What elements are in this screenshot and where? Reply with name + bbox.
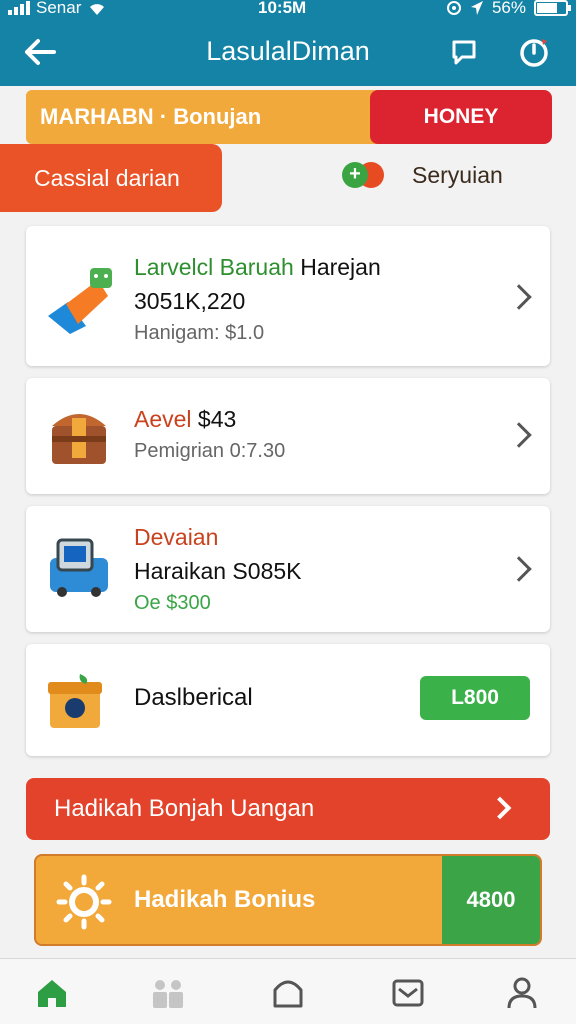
gift-box-icon [46,672,104,735]
action-button[interactable]: L800 [420,676,530,720]
page-title: LasulalDiman [206,36,370,66]
nav-profile[interactable] [502,973,542,1013]
battery-icon [534,0,571,16]
card-amount: Haraikan S085K [134,558,302,584]
house-outline-icon [273,980,303,1008]
app-header: Senar 10:5M 56% LasulalDiman [0,0,576,86]
card-amount: 3051K,220 [134,288,246,314]
kiosk-icon [46,536,112,603]
mail-icon [392,979,424,1007]
nav-explore[interactable] [268,973,308,1013]
card-subtitle: Pemigrian 0:7.30 [134,440,286,462]
timer-button[interactable] [516,34,552,70]
bonus-link-banner[interactable]: Hadikah Bonjah Uangan [26,778,550,840]
card-subtitle: Hanigam: $1.0 [134,322,265,344]
chevron-right-icon [506,284,532,310]
card-title: Devaian [134,524,219,550]
status-right: 56% [446,0,571,18]
nav-inbox[interactable] [388,973,428,1013]
nav-home[interactable] [32,973,72,1013]
battery-percent: 56% [491,0,526,17]
alarm-icon [446,1,461,15]
timer-icon [520,39,548,67]
service-link[interactable]: + Seryuian [342,160,503,190]
toy-icon [46,262,118,341]
wifi-icon [90,4,105,16]
status-left: Senar [8,0,107,18]
banner-label: Hadikah Bonjah Uangan [54,795,315,822]
status-time: 10:5M [258,0,307,17]
plus-icon: + [342,162,368,188]
card-title: Aevel $43 [134,406,236,433]
promo-yellow-strip[interactable]: MARHABN · Bonujan [26,90,406,144]
chevron-right-icon [488,796,512,820]
chat-icon [452,40,476,65]
list-item[interactable]: Larvelcl Baruah Harejan 3051K,220 Haniga… [26,226,550,366]
signal-icon [8,1,30,15]
location-icon [470,1,483,15]
bonus-banner[interactable]: Hadikah Bonius 4800 [34,854,542,946]
people-icon [153,980,183,1008]
service-label: Seryuian [412,161,503,188]
card-title-highlight: Aevel [134,406,192,432]
chevron-right-icon [506,556,532,582]
card-title: Larvelcl Baruah Harejan [134,254,381,281]
bottom-navigation [0,958,576,1024]
carrier-name: Senar [36,0,82,17]
honey-button[interactable]: HONEY [370,90,552,144]
chevron-right-icon [506,422,532,448]
card-title: Daslberical [134,684,253,711]
service-toggle-icon: + [342,160,388,190]
treasure-chest-icon [46,400,112,473]
status-bar: Senar 10:5M 56% [0,0,576,22]
bonus-label: Hadikah Bonius [134,886,316,913]
nav-people[interactable] [148,973,188,1013]
card-title-highlight: Larvelcl Baruah [134,254,294,280]
card-title-rest: $43 [191,406,237,432]
list-item[interactable]: Devaian Haraikan S085K Oe $300 [26,506,550,632]
sun-icon [56,874,112,930]
bonus-value: 4800 [442,856,540,944]
list-item[interactable]: Daslberical L800 [26,644,550,756]
category-tab[interactable]: Cassial darian [0,144,222,212]
user-icon [507,977,537,1009]
card-title-rest: Harejan [293,254,381,280]
home-icon [38,980,66,1007]
card-subtitle: Oe $300 [134,592,211,614]
list-item[interactable]: Aevel $43 Pemigrian 0:7.30 [26,378,550,494]
chat-button[interactable] [446,34,482,70]
